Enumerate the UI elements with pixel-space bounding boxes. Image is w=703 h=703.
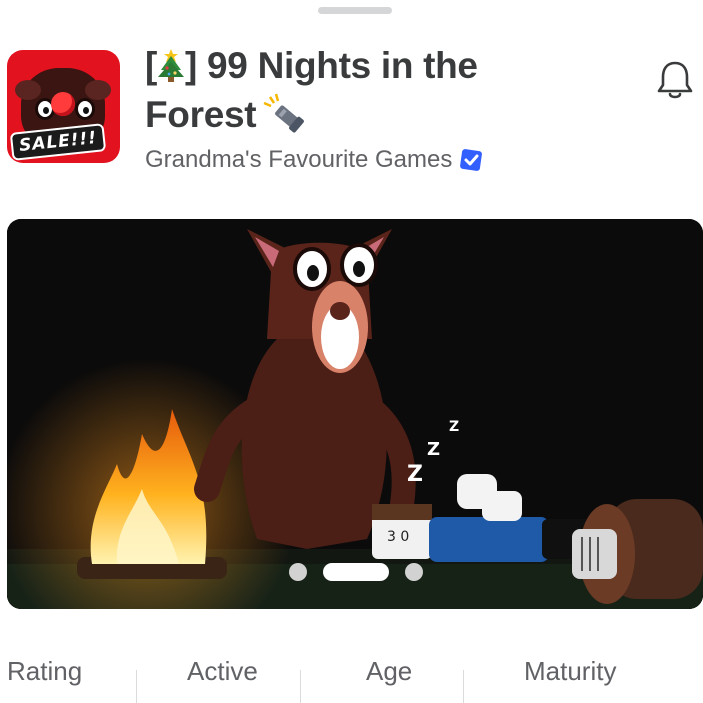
- reindeer-nose: [51, 92, 75, 116]
- carousel-dot[interactable]: [405, 563, 423, 581]
- carousel-dot[interactable]: [289, 563, 307, 581]
- reindeer-ear: [15, 80, 41, 100]
- stat-rating: Rating: [0, 650, 137, 703]
- reindeer-eye: [75, 98, 95, 120]
- carousel-pagination: [289, 563, 423, 581]
- title-text-line2: Forest: [145, 94, 257, 135]
- creator-name: Grandma's Favourite Games: [145, 146, 453, 173]
- bell-icon: [657, 61, 693, 99]
- flashlight-icon: [263, 93, 305, 133]
- stat-label-maturity: Maturity: [524, 656, 617, 686]
- game-thumbnail-icon: SALE!!!: [7, 50, 120, 163]
- stat-label-age: Age: [366, 656, 413, 686]
- stat-label-rating: Rating: [7, 656, 83, 686]
- svg-text:3 0: 3 0: [387, 529, 409, 545]
- stat-maturity: Maturity: [464, 650, 703, 703]
- verified-badge-icon: [460, 149, 483, 171]
- notify-button[interactable]: [652, 58, 698, 104]
- stat-age: Age: [301, 650, 464, 703]
- svg-text:Z: Z: [449, 419, 459, 435]
- game-title: [ ] 99 Nights in the Forest: [145, 41, 585, 139]
- game-stats-row: Rating Active Age Maturity: [0, 650, 703, 703]
- svg-text:Z: Z: [407, 462, 423, 487]
- creator-link[interactable]: Grandma's Favourite Games: [145, 146, 484, 174]
- svg-text:Z: Z: [427, 439, 440, 460]
- carousel-screenshot-image: Z Z Z 3 0: [7, 219, 703, 609]
- christmas-tree-icon: [158, 49, 185, 82]
- stat-active: Active: [137, 650, 301, 703]
- sheet-drag-handle[interactable]: [318, 7, 392, 14]
- stat-label-active: Active: [187, 656, 258, 686]
- title-bracket-open: [: [145, 45, 158, 86]
- screenshot-carousel[interactable]: Z Z Z 3 0: [7, 219, 703, 609]
- reindeer-ear: [85, 80, 111, 100]
- title-text: ] 99 Nights in the: [185, 45, 478, 86]
- carousel-dot-active[interactable]: [323, 563, 389, 581]
